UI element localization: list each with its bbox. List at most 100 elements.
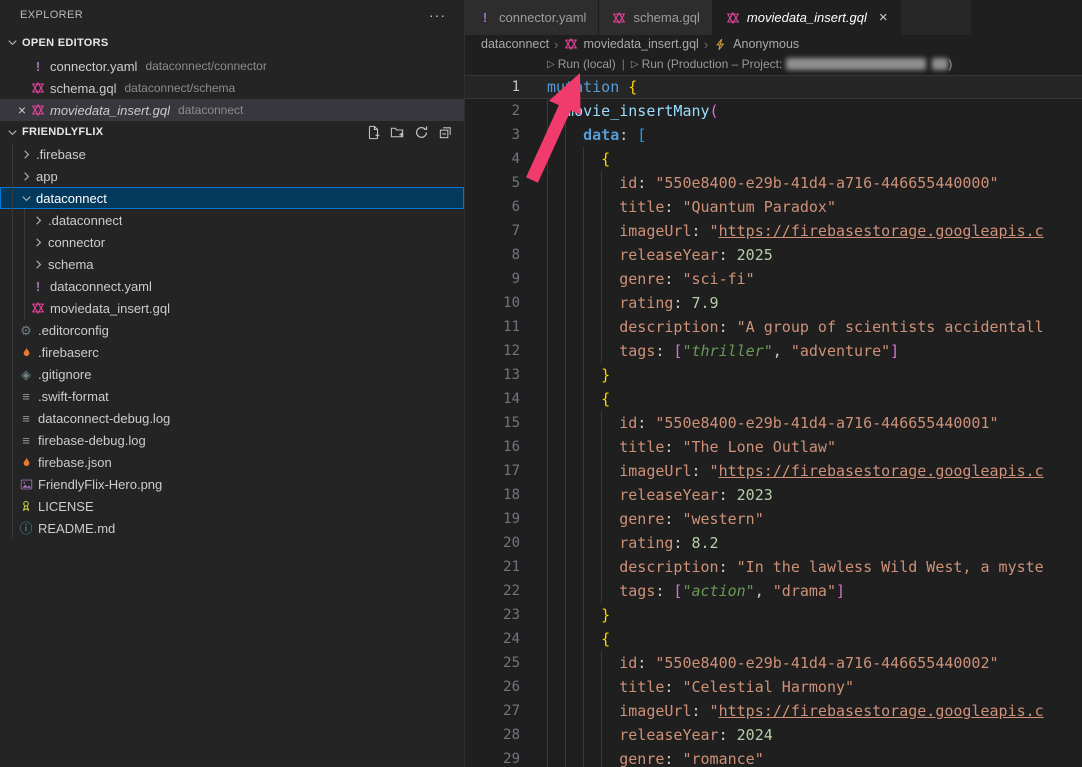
collapse-all-icon[interactable] <box>436 123 454 141</box>
play-icon: ▷ <box>547 59 555 70</box>
code-line-28[interactable]: 28releaseYear: 2024 <box>465 723 1082 747</box>
tree-file-.firebaserc[interactable]: .firebaserc <box>0 341 464 363</box>
open-editor-moviedata_insert.gql[interactable]: ×moviedata_insert.gqldataconnect <box>0 99 464 121</box>
code-line-29[interactable]: 29genre: "romance" <box>465 747 1082 767</box>
open-editor-connector.yaml[interactable]: !connector.yamldataconnect/connector <box>0 55 464 77</box>
tree-file-dataconnect-debug.log[interactable]: ≡dataconnect-debug.log <box>0 407 464 429</box>
code-line-10[interactable]: 10rating: 7.9 <box>465 291 1082 315</box>
code-line-text: imageUrl: "https://firebasestorage.googl… <box>547 459 1044 483</box>
code-line-text: mutation { <box>547 75 637 99</box>
indent-guides <box>547 723 619 747</box>
tree-file-.editorconfig[interactable]: ⚙.editorconfig <box>0 319 464 341</box>
code-line-text: rating: 7.9 <box>547 291 719 315</box>
indent-guides <box>547 315 619 339</box>
tree-folder-app[interactable]: app <box>0 165 464 187</box>
indent-guides <box>547 531 619 555</box>
code-line-21[interactable]: 21description: "In the lawless Wild West… <box>465 555 1082 579</box>
code-line-25[interactable]: 25id: "550e8400-e29b-41d4-a716-446655440… <box>465 651 1082 675</box>
code-line-8[interactable]: 8releaseYear: 2025 <box>465 243 1082 267</box>
tree-file-.swift-format[interactable]: ≡.swift-format <box>0 385 464 407</box>
tree-folder-connector[interactable]: connector <box>0 231 464 253</box>
tab-schema.gql[interactable]: schema.gql <box>599 0 712 35</box>
code-line-4[interactable]: 4{ <box>465 147 1082 171</box>
lines-icon: ≡ <box>18 434 34 447</box>
code-line-22[interactable]: 22tags: ["action", "drama"] <box>465 579 1082 603</box>
close-icon[interactable]: × <box>879 10 888 25</box>
line-number: 21 <box>465 555 520 579</box>
tree-folder-dataconnect[interactable]: dataconnect <box>0 187 464 209</box>
refresh-icon[interactable] <box>412 123 430 141</box>
line-number: 11 <box>465 315 520 339</box>
code-line-2[interactable]: 2movie_insertMany( <box>465 99 1082 123</box>
code-line-text: { <box>547 147 610 171</box>
tab-moviedata_insert.gql[interactable]: moviedata_insert.gql× <box>713 0 901 35</box>
code-line-15[interactable]: 15id: "550e8400-e29b-41d4-a716-446655440… <box>465 411 1082 435</box>
code-line-27[interactable]: 27imageUrl: "https://firebasestorage.goo… <box>465 699 1082 723</box>
open-editor-label: moviedata_insert.gql <box>50 103 170 118</box>
indent-guides <box>547 291 619 315</box>
tree-folder-.dataconnect[interactable]: .dataconnect <box>0 209 464 231</box>
code-line-17[interactable]: 17imageUrl: "https://firebasestorage.goo… <box>465 459 1082 483</box>
code-line-16[interactable]: 16title: "The Lone Outlaw" <box>465 435 1082 459</box>
code-editor[interactable]: 1mutation {2movie_insertMany(3data: [4{5… <box>465 75 1082 767</box>
redacted-project-id <box>786 58 926 70</box>
code-line-5[interactable]: 5id: "550e8400-e29b-41d4-a716-4466554400… <box>465 171 1082 195</box>
graphql-icon <box>725 11 741 25</box>
tree-item-label: .dataconnect <box>48 213 122 228</box>
code-line-text: description: "A group of scientists acci… <box>547 315 1044 339</box>
tree-file-FriendlyFlix-Hero.png[interactable]: FriendlyFlix-Hero.png <box>0 473 464 495</box>
code-line-14[interactable]: 14{ <box>465 387 1082 411</box>
indent-guides <box>547 459 619 483</box>
flame-icon <box>18 346 34 359</box>
tree-file-moviedata_insert.gql[interactable]: moviedata_insert.gql <box>0 297 464 319</box>
code-line-18[interactable]: 18releaseYear: 2023 <box>465 483 1082 507</box>
play-icon: ▷ <box>631 59 639 70</box>
breadcrumb-item-file[interactable]: moviedata_insert.gql <box>583 37 698 51</box>
tree-file-README.md[interactable]: ⓘREADME.md <box>0 517 464 539</box>
indent-guides <box>547 171 619 195</box>
code-line-26[interactable]: 26title: "Celestial Harmony" <box>465 675 1082 699</box>
code-line-1[interactable]: 1mutation { <box>465 75 1082 99</box>
indent-guides <box>547 675 619 699</box>
indent-guides <box>547 363 601 387</box>
tree-file-dataconnect.yaml[interactable]: !dataconnect.yaml <box>0 275 464 297</box>
open-editor-schema.gql[interactable]: schema.gqldataconnect/schema <box>0 77 464 99</box>
breadcrumb-item-folder[interactable]: dataconnect <box>481 37 549 51</box>
code-line-7[interactable]: 7imageUrl: "https://firebasestorage.goog… <box>465 219 1082 243</box>
tree-folder-schema[interactable]: schema <box>0 253 464 275</box>
tree-file-firebase.json[interactable]: firebase.json <box>0 451 464 473</box>
indent-guides <box>547 435 619 459</box>
code-line-20[interactable]: 20rating: 8.2 <box>465 531 1082 555</box>
new-file-icon[interactable] <box>364 123 382 141</box>
line-number: 12 <box>465 339 520 363</box>
tree-file-LICENSE[interactable]: LICENSE <box>0 495 464 517</box>
tree-folder-.firebase[interactable]: .firebase <box>0 143 464 165</box>
line-number: 4 <box>465 147 520 171</box>
code-line-24[interactable]: 24{ <box>465 627 1082 651</box>
code-line-text: } <box>547 363 610 387</box>
tab-connector.yaml[interactable]: !connector.yaml <box>465 0 599 35</box>
breadcrumb-separator: › <box>554 37 558 52</box>
gear-icon: ⚙ <box>18 324 34 337</box>
code-line-23[interactable]: 23} <box>465 603 1082 627</box>
workspace-root-header[interactable]: FRIENDLYFLIX <box>0 121 464 143</box>
code-line-19[interactable]: 19genre: "western" <box>465 507 1082 531</box>
breadcrumb-item-symbol[interactable]: Anonymous <box>733 37 799 51</box>
tree-file-firebase-debug.log[interactable]: ≡firebase-debug.log <box>0 429 464 451</box>
open-editors-header[interactable]: OPEN EDITORS <box>0 30 464 55</box>
tree-file-.gitignore[interactable]: ◈.gitignore <box>0 363 464 385</box>
close-icon[interactable]: × <box>14 102 30 118</box>
code-line-9[interactable]: 9genre: "sci-fi" <box>465 267 1082 291</box>
code-line-6[interactable]: 6title: "Quantum Paradox" <box>465 195 1082 219</box>
new-folder-icon[interactable] <box>388 123 406 141</box>
code-line-11[interactable]: 11 description: "A group of scientists ac… <box>465 315 1082 339</box>
run-local-link[interactable]: ▷ Run (local) <box>547 57 616 71</box>
code-line-13[interactable]: 13} <box>465 363 1082 387</box>
code-line-12[interactable]: 12tags: ["thriller", "adventure"] <box>465 339 1082 363</box>
tree-item-label: dataconnect <box>36 191 107 206</box>
chevron-down-icon <box>4 124 20 140</box>
code-line-text: imageUrl: "https://firebasestorage.googl… <box>547 699 1044 723</box>
more-actions-icon[interactable]: ··· <box>429 7 446 23</box>
code-line-3[interactable]: 3data: [ <box>465 123 1082 147</box>
run-production-link[interactable]: ▷ Run (Production – Project: ) <box>631 57 952 71</box>
